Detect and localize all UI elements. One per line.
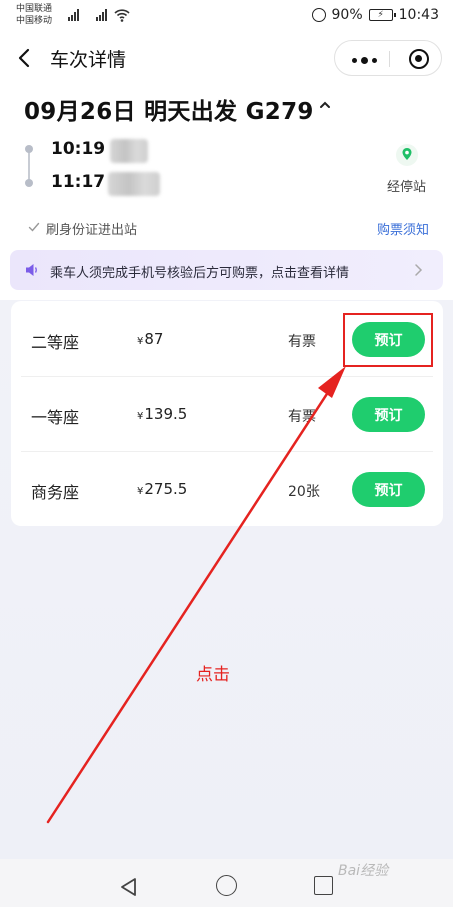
nav-home-circle-icon[interactable] xyxy=(216,875,237,896)
nav-back-triangle-icon[interactable] xyxy=(118,876,140,898)
annotation-click-text: 点击 xyxy=(196,665,230,685)
annotation-arrow xyxy=(46,366,346,824)
nav-recent-square-icon[interactable] xyxy=(314,876,333,895)
watermark: Bai经验 xyxy=(338,863,389,879)
